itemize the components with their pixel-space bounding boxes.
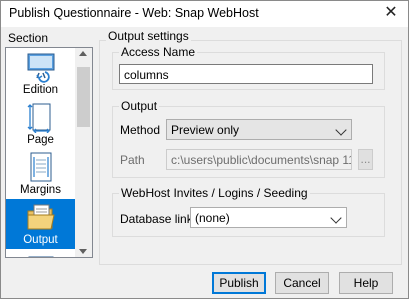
database-link-select[interactable]: (none) [190, 207, 347, 228]
scroll-up-arrow-icon[interactable] [79, 51, 87, 56]
method-select[interactable]: Preview only [166, 119, 352, 140]
section-item-label: Output [23, 234, 58, 246]
section-item-page[interactable]: Page [6, 99, 75, 149]
close-icon[interactable]: ✕ [381, 3, 401, 23]
section-item-label: Page [27, 134, 54, 146]
database-link-value: (none) [195, 211, 230, 225]
section-item-margins[interactable]: Margins [6, 149, 75, 199]
partial-item-icon [28, 256, 54, 257]
access-name-title: Access Name [119, 45, 198, 59]
access-name-input[interactable]: columns [119, 64, 373, 84]
page-icon [27, 103, 51, 133]
output-folder-icon [27, 204, 55, 230]
section-label: Section [8, 31, 49, 45]
scroll-thumb[interactable] [77, 67, 90, 127]
section-item-label: Margins [20, 184, 61, 196]
webhost-group-title: WebHost Invites / Logins / Seeding [119, 186, 310, 200]
margins-icon [30, 152, 52, 182]
publish-button[interactable]: Publish [212, 272, 266, 294]
output-group-title: Output [119, 99, 160, 113]
section-item-output[interactable]: Output [6, 199, 75, 249]
help-button[interactable]: Help [339, 272, 393, 294]
chevron-down-icon [330, 212, 342, 224]
path-input[interactable]: c:\users\public\documents\snap 11\c [166, 149, 352, 170]
cancel-button[interactable]: Cancel [275, 272, 329, 294]
section-item-partial[interactable] [6, 249, 75, 257]
section-item-edition[interactable]: Edition [6, 49, 75, 99]
database-link-label: Database link [120, 212, 193, 226]
edition-icon [27, 53, 55, 83]
section-item-label: Edition [22, 84, 59, 96]
output-settings-title: Output settings [106, 29, 191, 43]
method-select-value: Preview only [171, 123, 240, 137]
scroll-down-arrow-icon[interactable] [79, 249, 87, 254]
path-label: Path [120, 153, 145, 167]
window-title: Publish Questionnaire - Web: Snap WebHos… [9, 6, 259, 20]
browse-button[interactable]: ... [358, 149, 373, 170]
chevron-down-icon [335, 124, 347, 136]
method-label: Method [120, 123, 161, 137]
